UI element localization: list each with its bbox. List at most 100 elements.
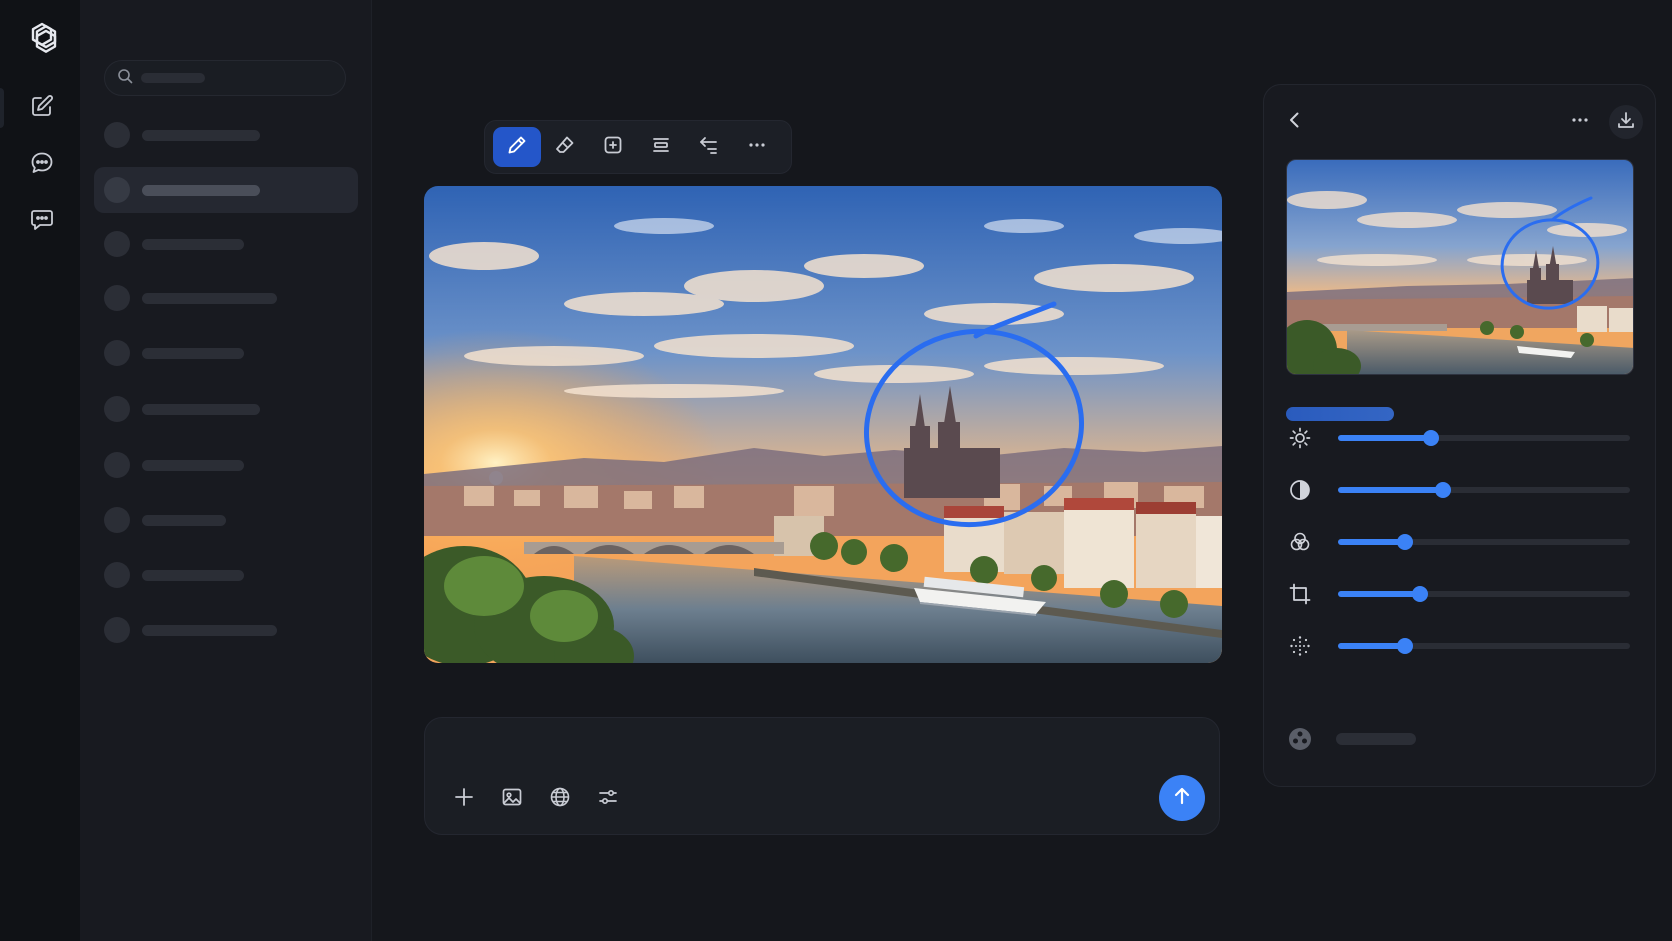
color-circles-icon <box>1286 528 1314 556</box>
globe-icon <box>549 786 571 813</box>
crop-slider[interactable] <box>1286 579 1636 609</box>
brightness-slider[interactable] <box>1286 423 1636 453</box>
conversation-title <box>142 292 277 304</box>
messages-button[interactable] <box>22 202 62 242</box>
conversation-item[interactable] <box>94 552 358 598</box>
conversation-title <box>142 403 260 415</box>
panel-more-button[interactable] <box>1565 107 1595 137</box>
rail-active-indicator <box>0 88 4 128</box>
new-chat-button[interactable] <box>22 88 62 128</box>
conversation-item[interactable] <box>94 442 358 488</box>
add-frame-icon <box>602 134 624 161</box>
layers-icon <box>650 134 672 161</box>
sliders-icon <box>597 786 619 813</box>
more-icon <box>1569 109 1591 136</box>
conversation-item[interactable] <box>94 112 358 158</box>
more-tools-button[interactable] <box>733 127 781 167</box>
app-rail <box>0 0 80 941</box>
conversation-item[interactable] <box>94 497 358 543</box>
preview-photo <box>1287 160 1633 374</box>
slider-fill <box>1338 539 1406 545</box>
layers-button[interactable] <box>637 127 685 167</box>
avatar <box>104 177 130 203</box>
chat-bubble-icon <box>29 207 55 238</box>
search-placeholder <box>141 73 205 83</box>
undo-button[interactable] <box>685 127 733 167</box>
conversation-title <box>142 514 226 526</box>
panel-footer[interactable] <box>1286 725 1416 753</box>
add-frame-button[interactable] <box>589 127 637 167</box>
conversation-item[interactable] <box>94 330 358 376</box>
conversation-title <box>142 347 244 359</box>
avatar <box>104 285 130 311</box>
undo-icon <box>698 134 720 161</box>
prompt-composer[interactable] <box>424 717 1220 835</box>
conversation-item-active[interactable] <box>94 167 358 213</box>
avatar <box>104 507 130 533</box>
edit-icon <box>30 94 54 123</box>
slider-handle[interactable] <box>1411 586 1428 602</box>
conversation-item[interactable] <box>94 386 358 432</box>
chat-bubble-icon <box>29 150 55 181</box>
contrast-icon <box>1286 476 1314 504</box>
city-photo <box>424 186 1222 663</box>
slider-fill <box>1338 435 1432 441</box>
search-input[interactable] <box>104 60 346 96</box>
image-preview-thumbnail[interactable] <box>1286 159 1634 375</box>
slider-handle[interactable] <box>1397 638 1414 654</box>
avatar <box>104 396 130 422</box>
conversation-title <box>142 129 260 141</box>
back-button[interactable] <box>1280 107 1310 137</box>
avatar <box>104 231 130 257</box>
slider-handle[interactable] <box>1423 430 1440 446</box>
filter-label-placeholder <box>1336 733 1416 745</box>
conversation-title <box>142 569 244 581</box>
download-icon <box>1616 110 1636 135</box>
color-slider[interactable] <box>1286 527 1636 557</box>
slider-track[interactable] <box>1338 482 1630 498</box>
eraser-tool-button[interactable] <box>541 127 589 167</box>
slider-handle[interactable] <box>1435 482 1452 498</box>
composer-tools <box>447 782 625 816</box>
grain-icon <box>1286 632 1314 660</box>
image-canvas[interactable] <box>424 186 1222 663</box>
contrast-slider[interactable] <box>1286 475 1636 505</box>
chats-button[interactable] <box>22 145 62 185</box>
avatar <box>104 617 130 643</box>
pen-tool-button[interactable] <box>493 127 541 167</box>
filter-icon <box>1286 725 1314 753</box>
settings-button[interactable] <box>591 782 625 816</box>
conversation-item[interactable] <box>94 607 358 653</box>
avatar <box>104 452 130 478</box>
conversation-sidebar <box>80 0 372 941</box>
avatar <box>104 340 130 366</box>
edit-panel <box>1263 84 1656 787</box>
download-button[interactable] <box>1609 105 1643 139</box>
image-icon <box>501 786 523 813</box>
grain-slider[interactable] <box>1286 631 1636 661</box>
slider-track[interactable] <box>1338 534 1630 550</box>
conversation-title <box>142 459 244 471</box>
conversation-title <box>142 624 277 636</box>
eraser-icon <box>554 134 576 161</box>
conversation-title <box>142 184 260 196</box>
web-search-button[interactable] <box>543 782 577 816</box>
image-button[interactable] <box>495 782 529 816</box>
conversation-item[interactable] <box>94 275 358 321</box>
slider-fill <box>1338 487 1444 493</box>
slider-fill <box>1338 643 1406 649</box>
pen-icon <box>506 134 528 161</box>
conversation-item[interactable] <box>94 221 358 267</box>
slider-track[interactable] <box>1338 638 1630 654</box>
attach-button[interactable] <box>447 782 481 816</box>
slider-handle[interactable] <box>1397 534 1414 550</box>
crop-icon <box>1286 580 1314 608</box>
app-logo-icon[interactable] <box>22 19 62 59</box>
slider-track[interactable] <box>1338 586 1630 602</box>
avatar <box>104 122 130 148</box>
drawing-toolbar <box>484 120 792 174</box>
send-button[interactable] <box>1159 775 1205 821</box>
slider-track[interactable] <box>1338 430 1630 446</box>
sun-icon <box>1286 424 1314 452</box>
conversation-title <box>142 238 244 250</box>
